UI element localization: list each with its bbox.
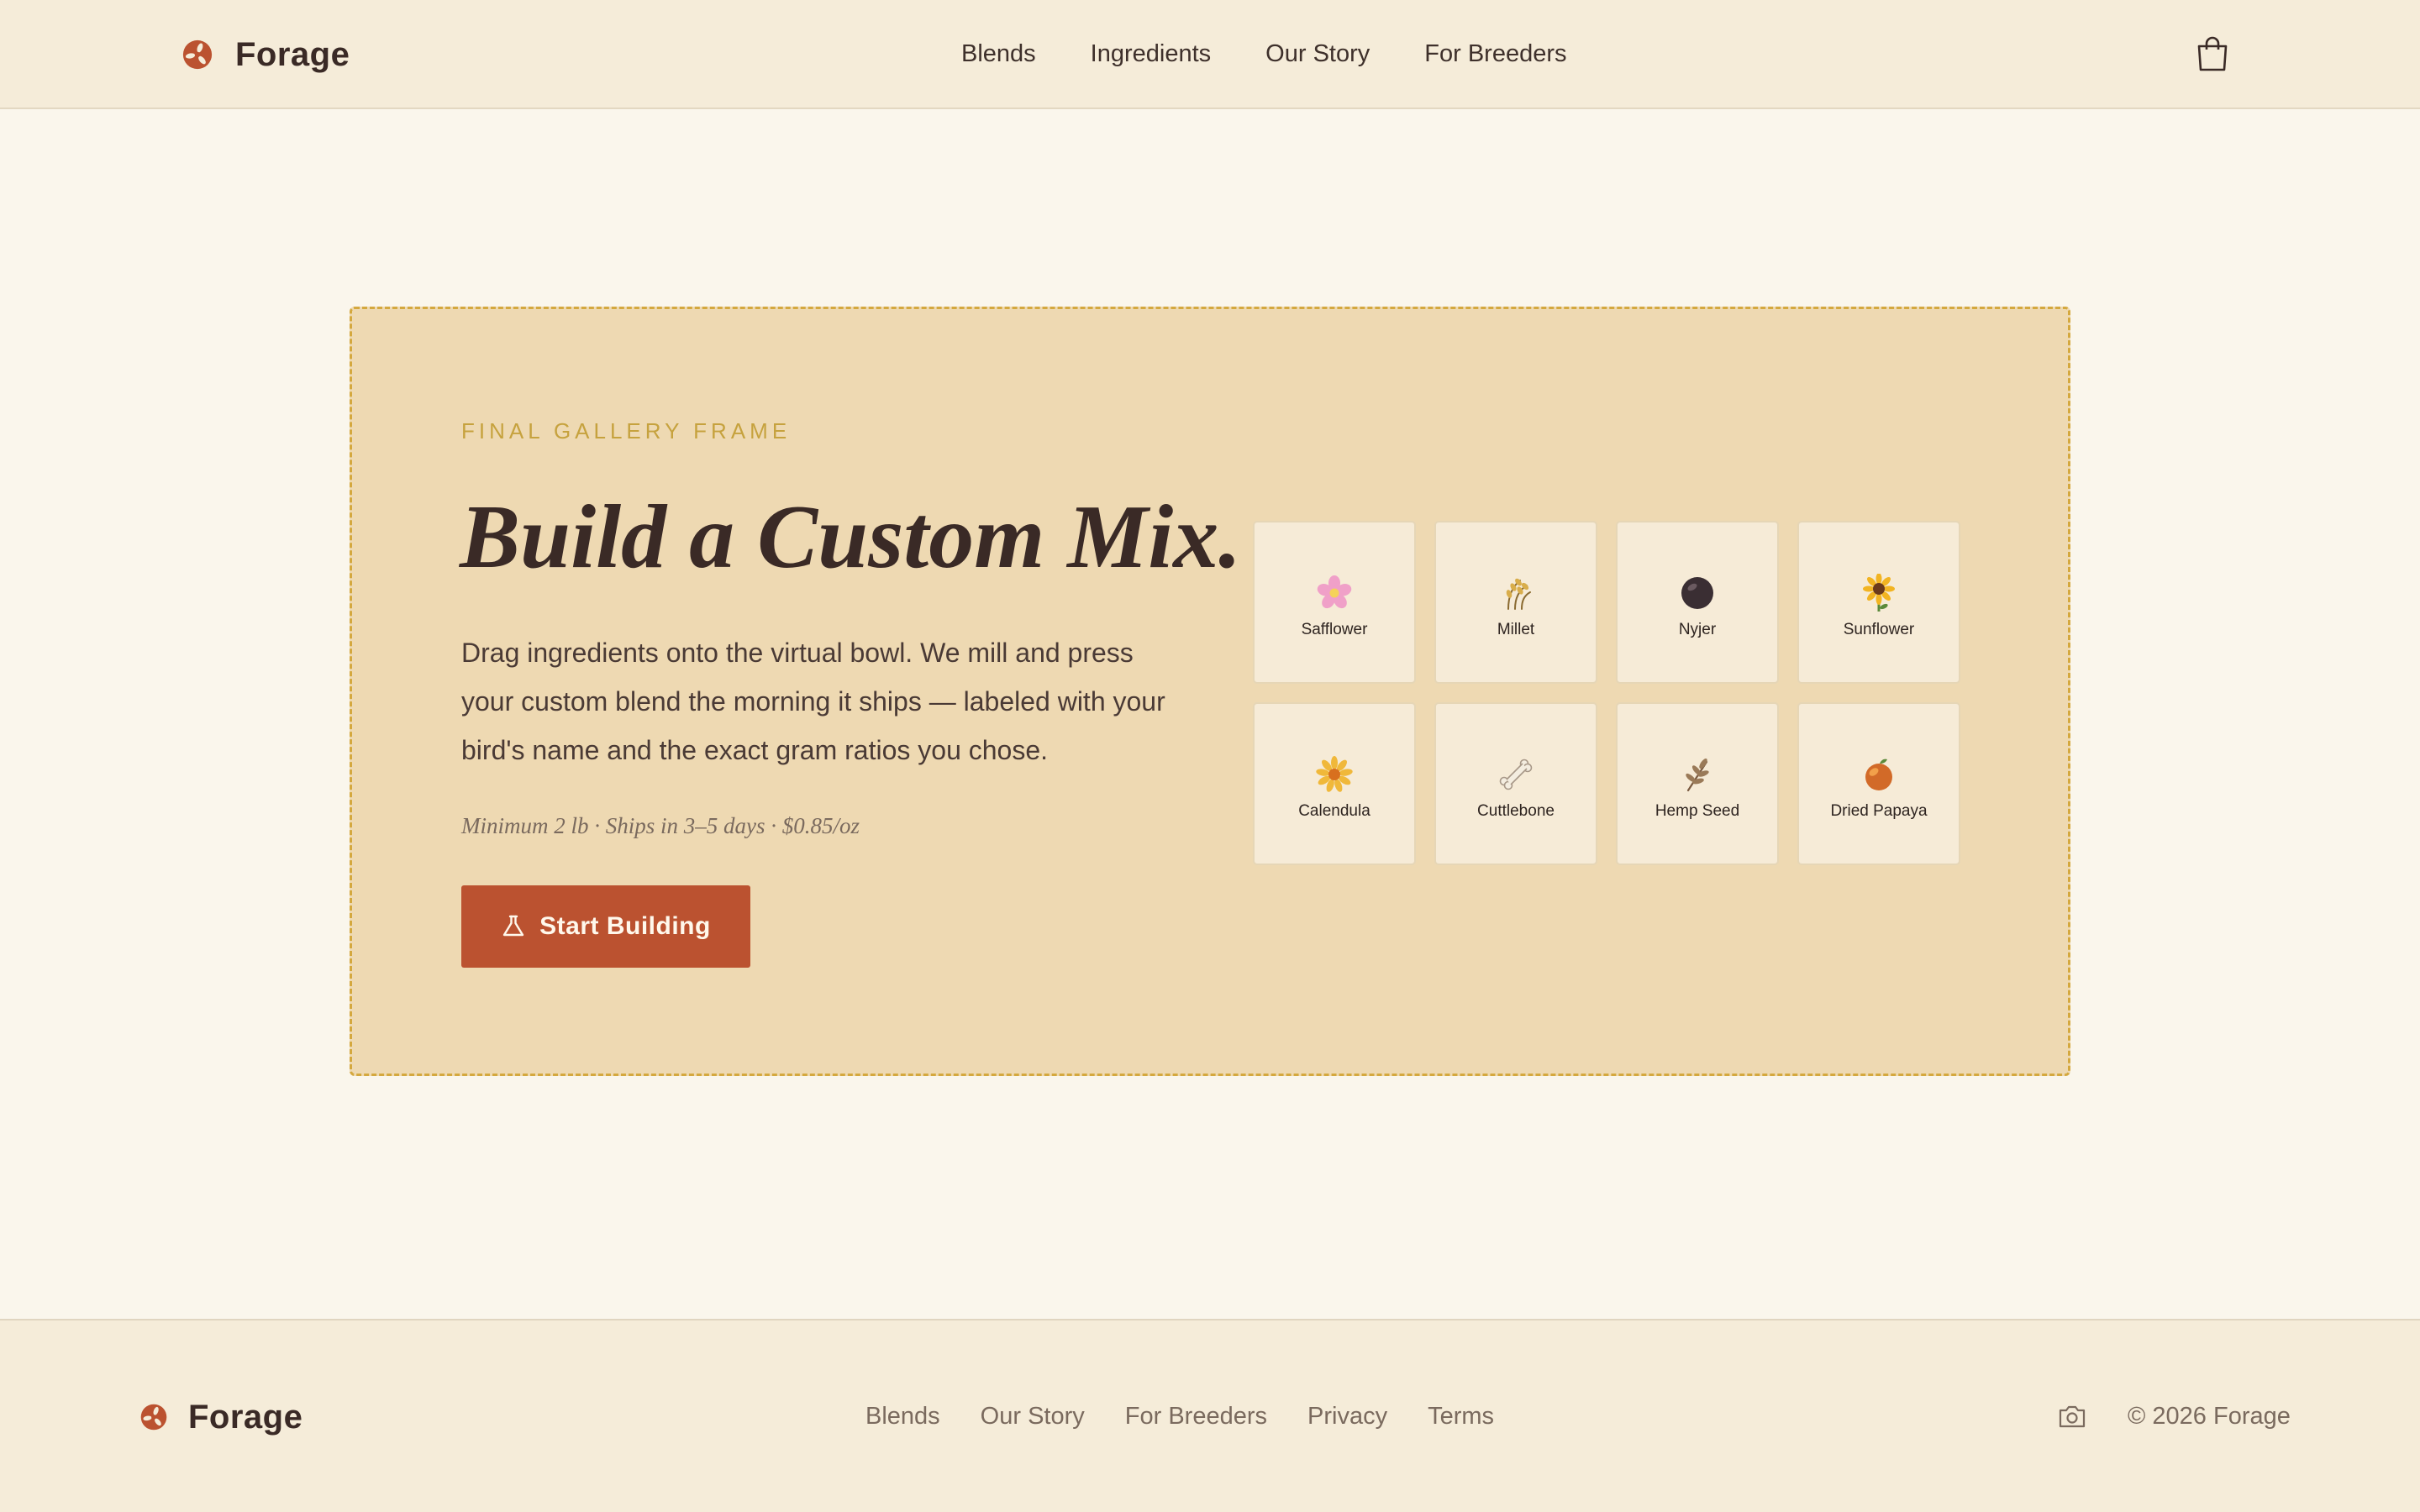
ingredient-tile-hemp-seed[interactable]: Hemp Seed [1616,702,1779,865]
ingredient-label: Millet [1497,621,1535,638]
ingredient-label: Calendula [1298,802,1370,820]
pink-flower-icon [1317,575,1352,609]
site-header: Forage Blends Ingredients Our Story For … [0,0,2420,109]
copyright-text: © 2026 Forage [2128,1403,2291,1430]
ingredient-tile-calendula[interactable]: Calendula [1253,702,1416,865]
shopping-bag-icon[interactable] [2195,35,2230,72]
footer-link-our-story[interactable]: Our Story [981,1399,1085,1433]
brand-name: Forage [235,35,350,73]
ingredient-label: Safflower [1301,621,1368,638]
millet-stalk-icon [1506,578,1531,610]
start-building-label: Start Building [539,912,711,940]
papaya-fruit-icon [1865,759,1892,790]
ingredient-tile-cuttlebone[interactable]: Cuttlebone [1434,702,1597,865]
ingredient-label: Hemp Seed [1655,802,1740,820]
page-title: Build a Custom Mix. [460,487,1242,587]
order-meta: Minimum 2 lb · Ships in 3–5 days · $0.85… [461,813,860,838]
flask-icon [502,915,524,937]
nav-blends[interactable]: Blends [961,37,1036,71]
ingredient-label: Sunflower [1843,621,1915,638]
ingredient-label: Cuttlebone [1477,802,1555,820]
black-seed-icon [1681,577,1713,609]
ingredient-tile-sunflower[interactable]: Sunflower [1797,521,1960,684]
ingredient-tile-dried-papaya[interactable]: Dried Papaya [1797,702,1960,865]
bone-icon [1499,759,1533,790]
eyebrow-label: FINAL GALLERY FRAME [461,418,792,444]
birdseed-logo-icon [140,1404,167,1431]
camera-icon[interactable] [2057,1401,2087,1431]
footer-link-terms[interactable]: Terms [1428,1399,1494,1433]
gallery-frame: FINAL GALLERY FRAME Build a Custom Mix. … [350,307,2070,1076]
ingredient-tile-safflower[interactable]: Safflower [1253,521,1416,684]
hero-description: Drag ingredients onto the virtual bowl. … [461,638,1165,765]
footer-link-blends[interactable]: Blends [865,1399,940,1433]
main-nav: Blends Ingredients Our Story For Breeder… [961,37,1567,71]
brand-home-link[interactable]: Forage [182,34,350,76]
start-building-button[interactable]: Start Building [461,885,750,968]
footer-brand-name: Forage [188,1398,303,1436]
ingredient-grid: Safflower Millet Nyjer Sunflower Calendu… [1253,521,1960,865]
footer-link-privacy[interactable]: Privacy [1307,1399,1387,1433]
ingredient-label: Dried Papaya [1830,802,1928,820]
footer-link-for-breeders[interactable]: For Breeders [1125,1399,1267,1433]
nav-ingredients[interactable]: Ingredients [1091,37,1212,71]
footer-nav: Blends Our Story For Breeders Privacy Te… [865,1399,1494,1433]
nav-our-story[interactable]: Our Story [1265,37,1370,71]
nav-for-breeders[interactable]: For Breeders [1424,37,1566,71]
ingredient-tile-millet[interactable]: Millet [1434,521,1597,684]
birdseed-logo-icon [182,39,213,70]
footer-brand-link[interactable]: Forage [139,1396,302,1438]
calendula-flower-icon [1316,756,1353,792]
sunflower-icon [1863,574,1895,612]
site-footer: Forage Blends Our Story For Breeders Pri… [0,1319,2420,1512]
ingredient-label: Nyjer [1678,621,1717,638]
ingredient-tile-nyjer[interactable]: Nyjer [1616,521,1779,684]
hemp-leaf-icon [1686,759,1709,792]
